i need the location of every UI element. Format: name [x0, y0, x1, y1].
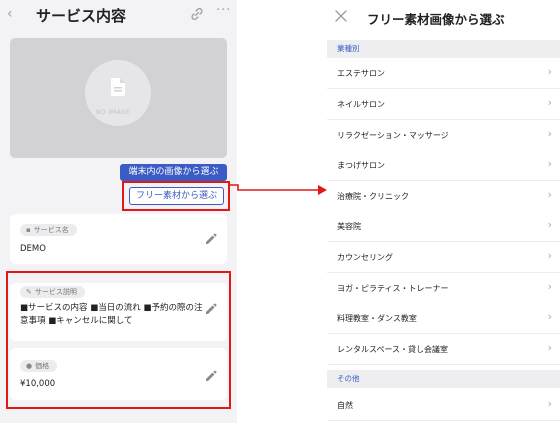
service-name-value: DEMO	[20, 244, 46, 254]
pencil-icon[interactable]	[205, 233, 217, 245]
list-item-label: ネイルサロン	[337, 100, 385, 109]
more-dots-icon[interactable]: ···	[216, 3, 231, 18]
highlight-box-free-button	[122, 181, 230, 211]
header: ‹ サービス内容 ···	[0, 0, 237, 32]
list-item[interactable]: 自然 ›	[327, 390, 560, 421]
list-item[interactable]: まつげサロン ›	[327, 150, 560, 181]
header: フリー素材画像から選ぶ	[327, 0, 560, 37]
section-header-other: その他	[327, 370, 560, 388]
page-title: サービス内容	[36, 7, 127, 25]
list-item-label: レンタルスペース・貸し会議室	[337, 345, 449, 354]
list-item[interactable]: カウンセリング ›	[327, 242, 560, 273]
section-header-industry: 業種別	[327, 40, 560, 58]
chevron-right-icon: ›	[547, 96, 552, 109]
document-icon	[111, 78, 125, 96]
chevron-left-icon[interactable]: ‹	[7, 6, 13, 22]
page-title: フリー素材画像から選ぶ	[367, 12, 505, 27]
list-item-label: エステサロン	[337, 69, 385, 78]
list-item[interactable]: 美容院 ›	[327, 211, 560, 242]
list-item-label: 美容院	[337, 222, 361, 231]
list-item[interactable]: 治療院・クリニック ›	[327, 181, 560, 212]
highlight-box-fields	[6, 271, 231, 409]
close-icon[interactable]	[335, 10, 347, 22]
chevron-right-icon: ›	[547, 310, 552, 323]
chevron-right-icon: ›	[547, 127, 552, 140]
arrow-icon	[230, 184, 327, 195]
link-icon[interactable]	[190, 7, 204, 21]
chevron-right-icon: ›	[547, 249, 552, 262]
service-content-screen: ‹ サービス内容 ··· NO IMAGE 端末内の画像から選ぶ フリー素材から…	[0, 0, 237, 423]
list-item-label: 治療院・クリニック	[337, 192, 409, 201]
list-item[interactable]: リラクゼーション・マッサージ ›	[327, 120, 560, 151]
list-item-label: カウンセリング	[337, 253, 393, 262]
service-name-field[interactable]: ▪ サービス名 DEMO	[10, 214, 227, 264]
no-image-text: NO IMAGE	[96, 109, 131, 116]
chevron-right-icon: ›	[547, 218, 552, 231]
list-item[interactable]: レンタルスペース・貸し会議室 ›	[327, 334, 560, 365]
screenshot-stage: ‹ サービス内容 ··· NO IMAGE 端末内の画像から選ぶ フリー素材から…	[0, 0, 560, 423]
list-item-label: リラクゼーション・マッサージ	[337, 131, 449, 140]
free-material-screen: フリー素材画像から選ぶ 業種別 エステサロン › ネイルサロン › リラクゼーシ…	[327, 0, 560, 423]
document-icon: ▪	[26, 226, 31, 234]
chevron-right-icon: ›	[547, 65, 552, 78]
list-item[interactable]: 料理教室・ダンス教室 ›	[327, 303, 560, 334]
list-item-label: 自然	[337, 401, 353, 410]
list-item-label: ヨガ・ピラティス・トレーナー	[337, 284, 449, 293]
list-item[interactable]: ヨガ・ピラティス・トレーナー ›	[327, 273, 560, 304]
chevron-right-icon: ›	[547, 280, 552, 293]
list-item-label: 料理教室・ダンス教室	[337, 314, 417, 323]
choose-device-image-button[interactable]: 端末内の画像から選ぶ	[120, 164, 227, 181]
field-chip-label: サービス名	[33, 226, 69, 234]
chevron-right-icon: ›	[547, 341, 552, 354]
chevron-right-icon: ›	[547, 397, 552, 410]
list-item[interactable]: エステサロン ›	[327, 58, 560, 89]
image-placeholder: NO IMAGE	[10, 38, 227, 158]
chevron-right-icon: ›	[547, 188, 552, 201]
list-item[interactable]: ネイルサロン ›	[327, 89, 560, 120]
field-chip: ▪ サービス名	[20, 224, 77, 236]
chevron-right-icon: ›	[547, 157, 552, 170]
list-item-label: まつげサロン	[337, 161, 385, 170]
